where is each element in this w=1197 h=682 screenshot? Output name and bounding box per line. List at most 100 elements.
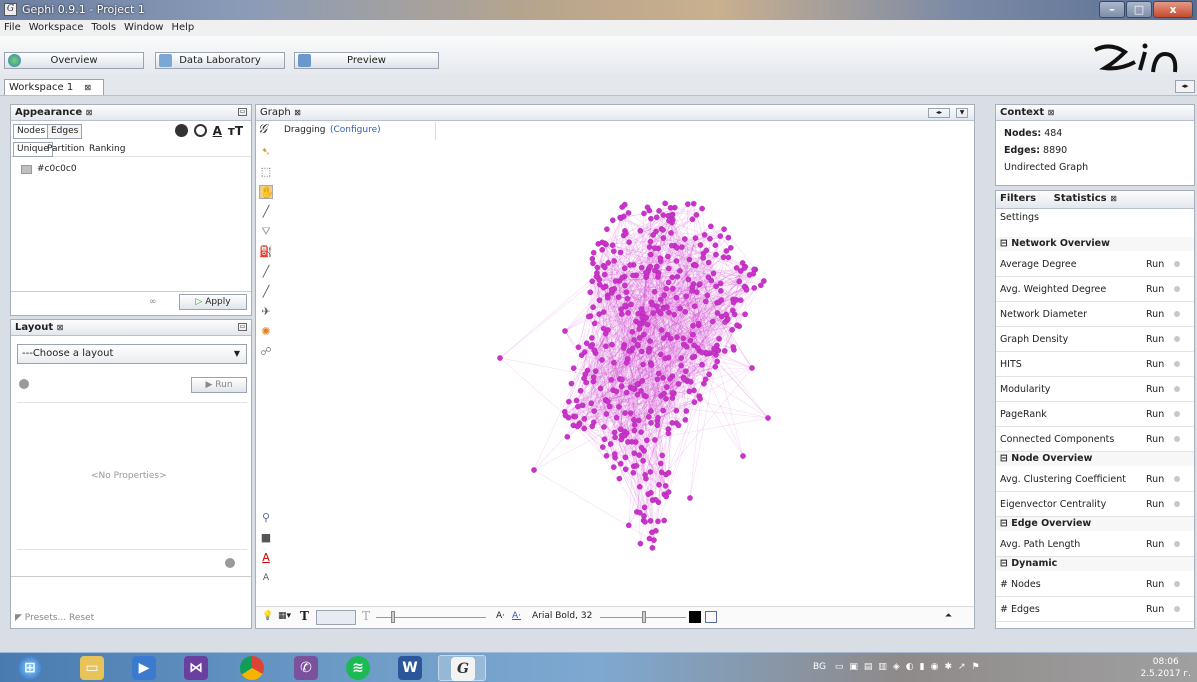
graph-node[interactable] (667, 376, 673, 382)
stats-section-node_overview[interactable]: ⊟ Node Overview (996, 452, 1194, 466)
graph-node[interactable] (694, 345, 701, 351)
graph-node[interactable] (605, 294, 611, 301)
graph-node[interactable] (608, 377, 615, 383)
graph-node[interactable] (683, 343, 690, 350)
graph-node[interactable] (617, 249, 624, 256)
graph-node[interactable] (665, 489, 672, 495)
graph-node[interactable] (712, 363, 719, 370)
graph-node[interactable] (660, 227, 666, 233)
graph-node[interactable] (677, 305, 683, 312)
graph-node[interactable] (723, 248, 730, 254)
menu-window[interactable]: Window (124, 20, 163, 36)
graph-node[interactable] (570, 365, 577, 371)
graph-node[interactable] (600, 325, 607, 332)
graph-node[interactable] (631, 450, 637, 456)
graph-node[interactable] (647, 251, 654, 258)
brush-icon[interactable]: ╱ (259, 205, 273, 219)
graph-node[interactable] (667, 205, 674, 211)
graph-node[interactable] (633, 318, 639, 325)
settings-link[interactable]: Settings (1000, 212, 1039, 223)
graph-node[interactable] (647, 238, 654, 245)
collapse-icon[interactable]: ⏶ (945, 611, 952, 621)
graph-node[interactable] (683, 293, 689, 299)
graph-node[interactable] (575, 344, 582, 351)
graph-node[interactable] (616, 404, 622, 410)
graph-node[interactable] (682, 417, 689, 423)
run-button[interactable]: Run (1146, 309, 1164, 320)
graph-node[interactable] (667, 335, 674, 342)
graph-node[interactable] (668, 242, 675, 249)
graph-node[interactable] (566, 398, 572, 405)
graph-node[interactable] (699, 361, 705, 368)
graph-node[interactable] (691, 387, 697, 394)
graph-node[interactable] (628, 301, 634, 308)
graph-node[interactable] (678, 362, 684, 369)
graph-node[interactable] (652, 245, 658, 251)
run-button[interactable]: Run (1146, 334, 1164, 345)
graph-node[interactable] (657, 255, 664, 262)
graph-node[interactable] (622, 466, 629, 473)
graph-node[interactable] (664, 384, 670, 390)
graph-node[interactable] (605, 398, 611, 405)
taskbar-vs[interactable]: ⋈ (172, 655, 220, 681)
graph-node[interactable] (660, 375, 666, 381)
close-tab-icon[interactable]: ⊠ (294, 108, 301, 117)
graph-node[interactable] (653, 214, 660, 221)
background-color-icon[interactable]: ■ (259, 531, 273, 545)
graph-node[interactable] (656, 481, 662, 488)
graph-node[interactable] (662, 355, 669, 362)
graph-node[interactable] (685, 201, 691, 207)
graph-node[interactable] (618, 306, 624, 312)
graph-node[interactable] (658, 327, 665, 333)
color-swatch[interactable] (21, 165, 32, 174)
settings-dot-icon[interactable] (1174, 311, 1180, 317)
configure-link[interactable]: (Configure) (330, 125, 381, 135)
lightbulb-icon[interactable]: 💡 (262, 611, 273, 621)
graph-node[interactable] (637, 509, 643, 516)
graph-node[interactable] (665, 469, 672, 476)
font-label[interactable]: Arial Bold, 32 (532, 611, 592, 621)
run-button[interactable]: Run (1146, 474, 1164, 485)
graph-node[interactable] (649, 301, 656, 308)
graph-node[interactable] (619, 274, 626, 281)
pointer-icon[interactable]: ➷ (259, 145, 273, 159)
graph-node[interactable] (630, 272, 636, 279)
stats-section-dynamic[interactable]: ⊟ Dynamic (996, 557, 1194, 571)
graph-node[interactable] (702, 298, 709, 305)
graph-node[interactable] (620, 345, 627, 351)
graph-node[interactable] (637, 227, 644, 234)
graph-node[interactable] (669, 420, 676, 426)
graph-node[interactable] (660, 407, 666, 414)
graph-node[interactable] (610, 464, 617, 470)
graph-node[interactable] (718, 288, 724, 294)
graph-node[interactable] (648, 408, 654, 414)
graph-node[interactable] (750, 270, 757, 277)
graph-node[interactable] (615, 294, 622, 300)
graph-node[interactable] (733, 297, 740, 303)
graph-node[interactable] (623, 389, 630, 396)
graph-node[interactable] (647, 469, 654, 475)
label-size-icon[interactable]: тT (228, 124, 243, 138)
graph-node[interactable] (619, 376, 625, 383)
graph-node[interactable] (693, 262, 699, 269)
graph-node[interactable] (697, 242, 704, 248)
text-tool-icon[interactable]: T (300, 609, 309, 623)
run-button[interactable]: Run (1146, 499, 1164, 510)
graph-node[interactable] (634, 391, 641, 398)
label-color-icon[interactable]: A (213, 124, 222, 138)
graph-node[interactable] (649, 545, 656, 551)
graph-node[interactable] (666, 309, 672, 316)
graph-tab[interactable]: Graph (260, 107, 291, 118)
settings-dot-icon[interactable] (1174, 436, 1180, 442)
graph-node[interactable] (660, 235, 667, 241)
graph-node[interactable] (625, 210, 632, 216)
graph-node[interactable] (646, 414, 652, 420)
graph-node[interactable] (694, 289, 700, 295)
graph-node[interactable] (622, 265, 628, 272)
graph-node[interactable] (638, 429, 644, 435)
graph-node[interactable] (601, 424, 607, 430)
graph-node[interactable] (603, 411, 610, 417)
language-indicator[interactable]: BG (813, 662, 826, 672)
graph-node[interactable] (636, 484, 643, 490)
graph-node[interactable] (685, 276, 692, 283)
